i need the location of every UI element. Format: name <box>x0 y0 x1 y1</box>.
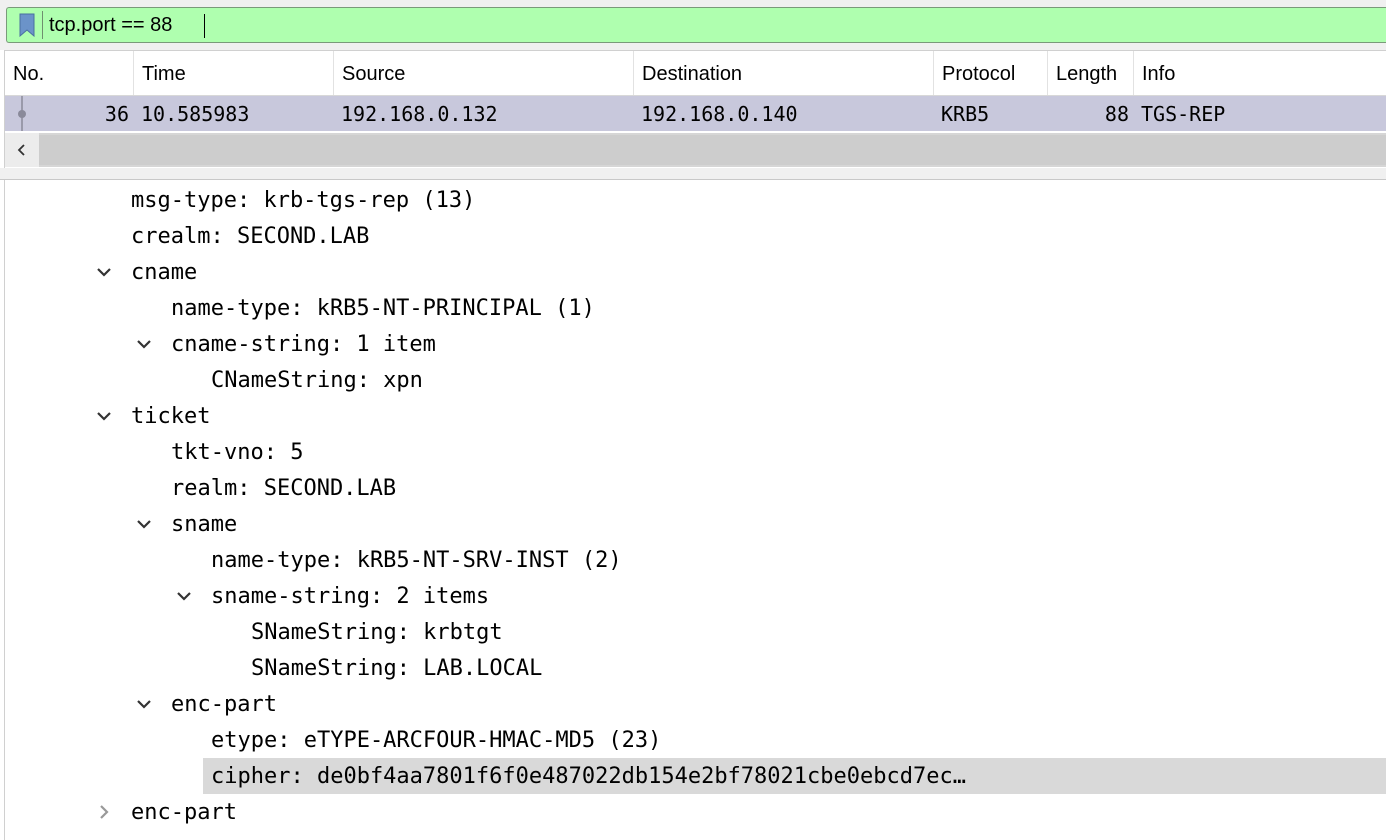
packet-row[interactable]: 36 10.585983 192.168.0.132 192.168.0.140… <box>5 96 1386 131</box>
tree-item-label: CNameString: xpn <box>211 368 423 393</box>
chevron-left-icon <box>17 144 25 156</box>
tree-item[interactable]: CNameString: xpn <box>5 362 1386 398</box>
filter-bookmark-button[interactable] <box>12 11 43 39</box>
tree-item[interactable]: crealm: SECOND.LAB <box>5 218 1386 254</box>
display-filter-bar <box>6 7 1386 43</box>
scroll-left-button[interactable] <box>5 133 39 167</box>
display-filter-input[interactable] <box>49 12 1369 38</box>
tree-item[interactable]: name-type: kRB5-NT-PRINCIPAL (1) <box>5 290 1386 326</box>
cell-time: 10.585983 <box>141 102 250 126</box>
column-header-no[interactable]: No. <box>5 51 134 95</box>
tree-item-label: SNameString: LAB.LOCAL <box>251 656 543 681</box>
cell-protocol: KRB5 <box>941 102 990 126</box>
cell-no: 36 <box>104 102 129 126</box>
tree-item-label: cipher: de0bf4aa7801f6f0e487022db154e2bf… <box>211 764 966 789</box>
chevron-down-icon[interactable] <box>175 587 193 605</box>
chevron-down-icon[interactable] <box>135 695 153 713</box>
tree-item[interactable]: tkt-vno: 5 <box>5 434 1386 470</box>
tree-item-label: crealm: SECOND.LAB <box>131 224 370 249</box>
chevron-down-icon[interactable] <box>135 335 153 353</box>
tree-item-label: tkt-vno: 5 <box>171 440 304 465</box>
packet-list-pane: No. Time Source Destination Protocol Len… <box>4 50 1386 168</box>
tree-item-label: sname <box>171 512 238 537</box>
column-header-destination[interactable]: Destination <box>634 51 934 95</box>
tree-item[interactable]: realm: SECOND.LAB <box>5 470 1386 506</box>
cell-info: TGS-REP <box>1141 102 1226 126</box>
tree-item-label: ticket <box>131 404 211 429</box>
tree-item[interactable]: sname <box>5 506 1386 542</box>
column-header-info[interactable]: Info <box>1134 51 1386 95</box>
chevron-right-icon[interactable] <box>95 803 113 821</box>
pane-splitter[interactable] <box>0 168 1386 180</box>
column-header-protocol[interactable]: Protocol <box>934 51 1048 95</box>
tree-item[interactable]: name-type: kRB5-NT-SRV-INST (2) <box>5 542 1386 578</box>
tree-item[interactable]: msg-type: krb-tgs-rep (13) <box>5 182 1386 218</box>
tree-item-label: enc-part <box>131 800 237 825</box>
column-header-length[interactable]: Length <box>1048 51 1134 95</box>
tree-item-label: etype: eTYPE-ARCFOUR-HMAC-MD5 (23) <box>211 728 662 753</box>
packet-details-pane: msg-type: krb-tgs-rep (13) crealm: SECOND… <box>4 180 1386 840</box>
tree-item[interactable]: etype: eTYPE-ARCFOUR-HMAC-MD5 (23) <box>5 722 1386 758</box>
tree-item-label: SNameString: krbtgt <box>251 620 503 645</box>
tree-item[interactable]: enc-part <box>5 794 1386 830</box>
tree-item-label: enc-part <box>171 692 277 717</box>
tree-item[interactable]: SNameString: krbtgt <box>5 614 1386 650</box>
cell-destination: 192.168.0.140 <box>641 102 798 126</box>
chevron-down-icon[interactable] <box>135 515 153 533</box>
wireshark-window: No. Time Source Destination Protocol Len… <box>0 0 1386 840</box>
tree-item-label: name-type: kRB5-NT-SRV-INST (2) <box>211 548 622 573</box>
cell-length: 88 <box>1104 102 1129 126</box>
tree-item-label: sname-string: 2 items <box>211 584 490 609</box>
tree-item[interactable]: SNameString: LAB.LOCAL <box>5 650 1386 686</box>
chevron-down-icon[interactable] <box>95 263 113 281</box>
tree-item-label: msg-type: krb-tgs-rep (13) <box>131 188 476 213</box>
tree-item[interactable]: cipher: de0bf4aa7801f6f0e487022db154e2bf… <box>203 758 1386 794</box>
tree-item-label: cname-string: 1 item <box>171 332 436 357</box>
tree-item[interactable]: cname-string: 1 item <box>5 326 1386 362</box>
packet-list-header: No. Time Source Destination Protocol Len… <box>5 51 1386 96</box>
tree-item[interactable]: ticket <box>5 398 1386 434</box>
tree-item-label: realm: SECOND.LAB <box>171 476 397 501</box>
column-header-source[interactable]: Source <box>334 51 634 95</box>
column-header-time[interactable]: Time <box>134 51 334 95</box>
bookmark-icon <box>19 13 35 37</box>
tree-item-label: cname <box>131 260 198 285</box>
related-packet-marker-icon <box>18 96 26 131</box>
tree-item[interactable]: enc-part <box>5 686 1386 722</box>
scrollbar-thumb[interactable] <box>39 135 1386 165</box>
tree-item-label: name-type: kRB5-NT-PRINCIPAL (1) <box>171 296 595 321</box>
filter-toolbar <box>0 0 1386 50</box>
tree-item[interactable]: cname <box>5 254 1386 290</box>
tree-item[interactable]: sname-string: 2 items <box>5 578 1386 614</box>
text-caret <box>204 14 205 38</box>
packet-list-horizontal-scrollbar[interactable] <box>5 133 1386 167</box>
chevron-down-icon[interactable] <box>95 407 113 425</box>
cell-source: 192.168.0.132 <box>341 102 498 126</box>
